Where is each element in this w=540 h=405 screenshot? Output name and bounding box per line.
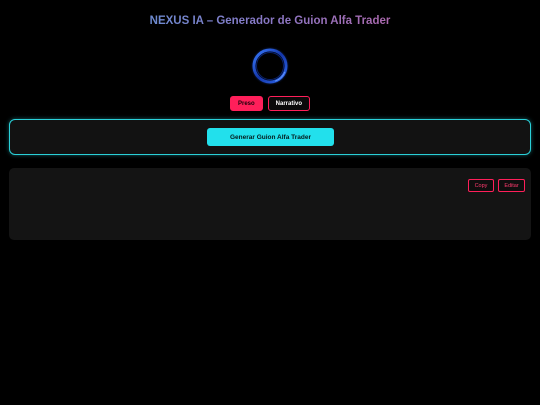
edit-button[interactable]: Editar <box>498 179 525 192</box>
output-panel: Copy Editar <box>9 168 531 240</box>
mode-preso-button[interactable]: Preso <box>229 96 263 111</box>
generate-script-button[interactable]: Generar Guion Alfa Trader <box>207 128 334 146</box>
generator-panel: Generar Guion Alfa Trader <box>9 119 531 155</box>
loading-ring-icon <box>250 46 290 86</box>
copy-button[interactable]: Copy <box>468 179 494 192</box>
page-title: NEXUS IA – Generador de Guion Alfa Trade… <box>0 15 540 27</box>
mode-selector: Preso Narrativo <box>0 96 540 111</box>
app-page: NEXUS IA – Generador de Guion Alfa Trade… <box>0 0 540 405</box>
mode-narrativo-button[interactable]: Narrativo <box>267 96 311 111</box>
